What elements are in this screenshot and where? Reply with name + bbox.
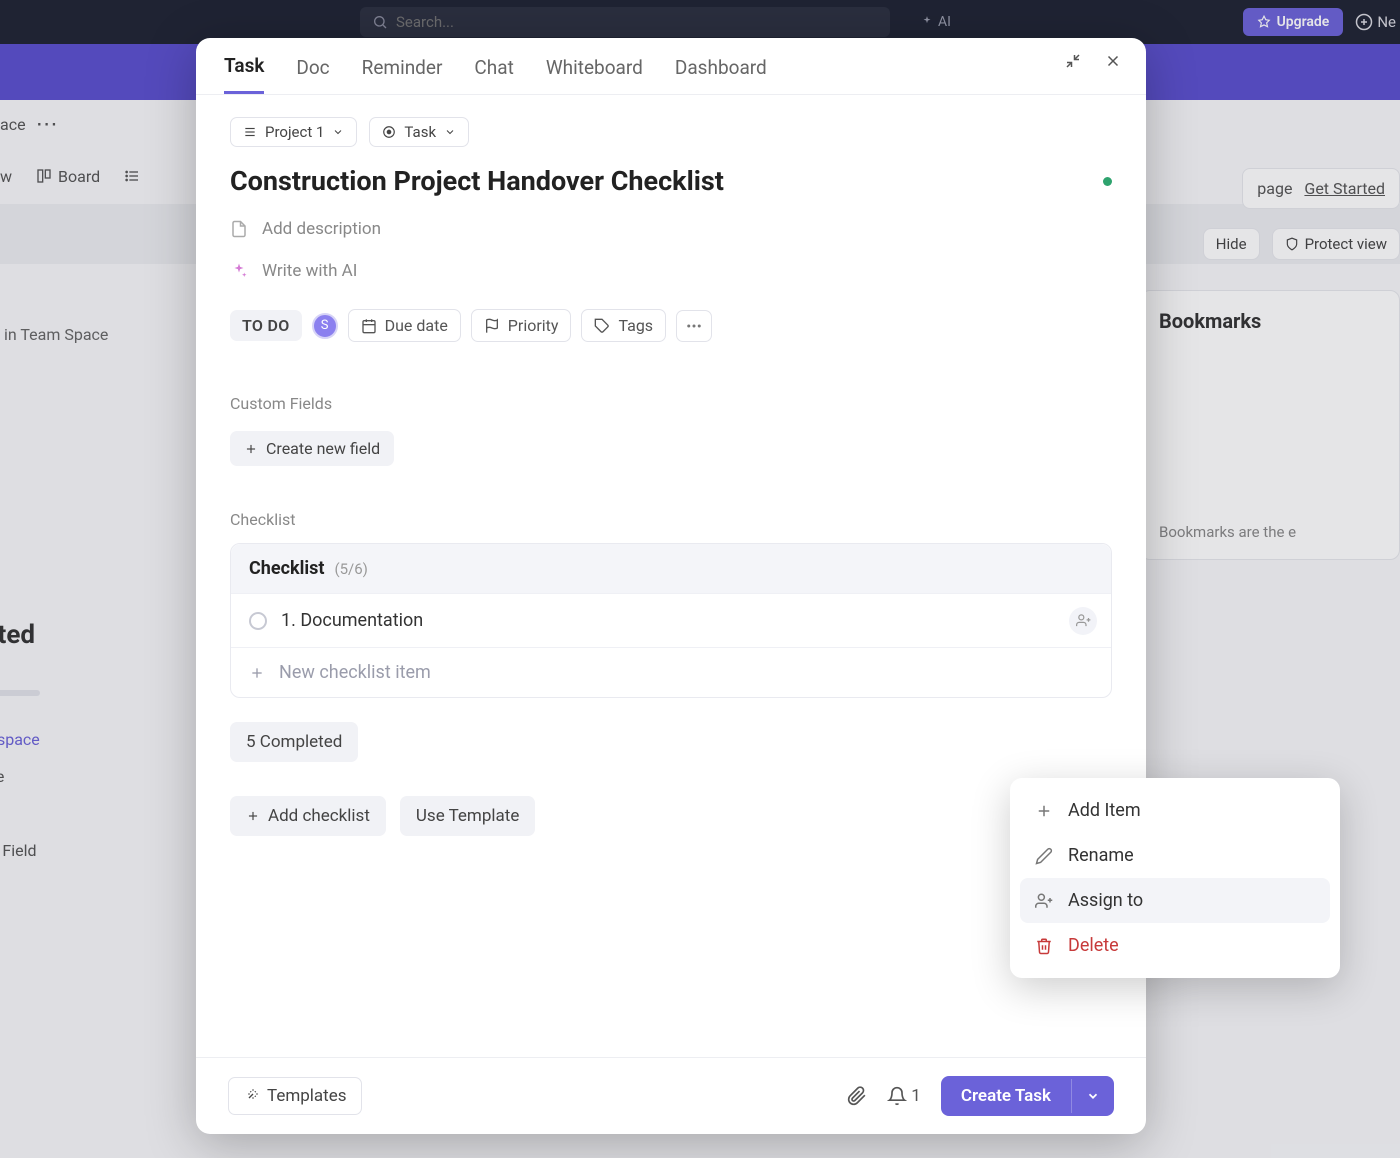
templates-button[interactable]: Templates [228,1077,362,1115]
type-picker[interactable]: Task [369,117,469,147]
checklist-box: Checklist (5/6) 1. Documentation New che… [230,543,1112,698]
record-icon [382,125,396,139]
assignee-avatar[interactable]: S [312,313,338,339]
completed-toggle[interactable]: 5 Completed [230,722,358,762]
list-icon [243,125,257,139]
checklist-item[interactable]: 1. Documentation [231,593,1111,647]
create-task-dropdown[interactable] [1071,1079,1114,1113]
checklist-header[interactable]: Checklist (5/6) [231,544,1111,593]
chevron-down-icon [444,126,456,138]
plus-icon [1034,802,1054,820]
more-chip[interactable] [676,310,712,342]
tab-task[interactable]: Task [224,54,264,94]
tab-chat[interactable]: Chat [474,56,513,93]
notifications-button[interactable]: 1 [887,1086,921,1106]
user-plus-icon [1034,892,1054,910]
description-row[interactable]: Add description [230,219,1112,239]
attachment-icon[interactable] [847,1086,867,1106]
new-checklist-item[interactable]: New checklist item [231,647,1111,697]
write-with-ai[interactable]: Write with AI [230,261,1112,281]
create-field-button[interactable]: Create new field [230,431,394,466]
priority-chip[interactable]: Priority [471,309,572,342]
plus-icon [244,442,258,456]
chevron-down-icon [1086,1089,1100,1103]
modal-tabs: Task Doc Reminder Chat Whiteboard Dashbo… [196,38,1146,95]
use-template-button[interactable]: Use Template [400,796,535,836]
checklist-section-label: Checklist [230,510,1112,529]
status-chip[interactable]: TO DO [230,310,302,341]
tab-dashboard[interactable]: Dashboard [675,56,767,93]
bell-icon [887,1086,907,1106]
pencil-icon [1034,847,1054,865]
sparkle-icon [230,262,248,280]
tab-reminder[interactable]: Reminder [362,56,443,93]
dots-icon [685,317,703,335]
tab-whiteboard[interactable]: Whiteboard [546,56,643,93]
assign-icon[interactable] [1069,607,1097,635]
tab-doc[interactable]: Doc [296,56,329,93]
tag-icon [594,318,610,334]
project-picker[interactable]: Project 1 [230,117,357,147]
plus-icon [246,809,260,823]
minimize-icon[interactable] [1064,52,1082,70]
checkbox[interactable] [249,612,267,630]
status-dot [1103,177,1112,186]
close-icon[interactable] [1104,52,1122,70]
ctx-rename[interactable]: Rename [1020,833,1330,878]
task-title[interactable]: Construction Project Handover Checklist [230,165,724,197]
ctx-delete[interactable]: Delete [1020,923,1330,968]
create-task-button[interactable]: Create Task [941,1076,1114,1116]
trash-icon [1034,937,1054,955]
add-checklist-button[interactable]: Add checklist [230,796,386,836]
chevron-down-icon [332,126,344,138]
tags-chip[interactable]: Tags [581,309,666,342]
file-icon [230,220,248,238]
ctx-assign-to[interactable]: Assign to [1020,878,1330,923]
calendar-icon [361,318,377,334]
create-task-modal: Task Doc Reminder Chat Whiteboard Dashbo… [196,38,1146,1134]
checklist-item-label: 1. Documentation [281,610,423,631]
ctx-add-item[interactable]: Add Item [1020,788,1330,833]
modal-footer: Templates 1 Create Task [196,1057,1146,1134]
due-date-chip[interactable]: Due date [348,309,461,342]
context-menu: Add Item Rename Assign to Delete [1010,778,1340,978]
custom-fields-label: Custom Fields [230,394,1112,413]
wand-icon [243,1088,259,1104]
plus-icon [249,665,265,681]
flag-icon [484,318,500,334]
